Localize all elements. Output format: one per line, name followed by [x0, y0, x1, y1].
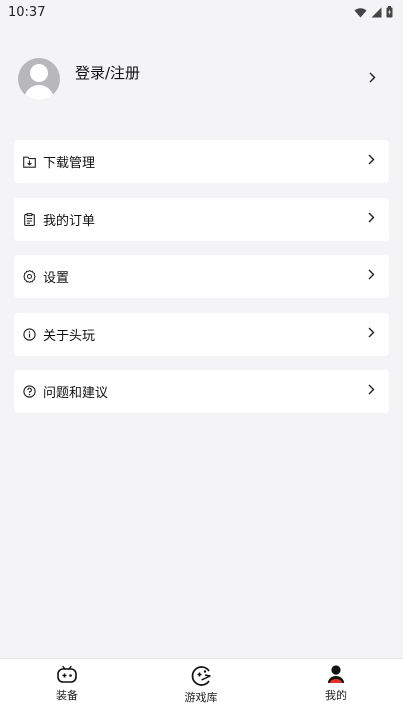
bottom-tab-bar: 装备 游戏库 我的 — [0, 658, 403, 716]
clipboard-icon — [22, 212, 36, 226]
battery-icon — [386, 6, 393, 18]
gamepad-icon — [57, 665, 77, 683]
login-profile-row[interactable]: 登录/注册 — [18, 56, 386, 102]
status-bar: 10:37 — [0, 0, 403, 24]
question-icon — [22, 385, 36, 399]
menu-item-settings[interactable]: 设置 — [14, 255, 389, 298]
tab-label: 游戏库 — [184, 691, 218, 704]
game-library-icon — [191, 666, 211, 686]
chevron-right-icon — [368, 269, 375, 280]
gear-icon — [22, 270, 36, 284]
chevron-right-icon — [369, 72, 376, 83]
info-icon — [22, 327, 36, 341]
user-icon — [328, 665, 344, 683]
login-register-label: 登录/注册 — [75, 64, 141, 82]
menu-item-feedback[interactable]: 问题和建议 — [14, 370, 389, 413]
menu-item-my-orders[interactable]: 我的订单 — [14, 197, 389, 241]
menu-item-label: 问题和建议 — [43, 386, 109, 401]
avatar-placeholder-icon — [18, 58, 60, 100]
chevron-right-icon — [368, 384, 375, 395]
menu-item-download-management[interactable]: 下载管理 — [14, 140, 389, 183]
menu-item-label: 下载管理 — [43, 156, 96, 171]
signal-icon — [371, 7, 382, 17]
tab-mine[interactable]: 我的 — [296, 664, 376, 703]
status-icons — [354, 6, 393, 18]
menu-item-label: 设置 — [43, 271, 70, 286]
tab-equipment[interactable]: 装备 — [27, 665, 107, 703]
chevron-right-icon — [368, 327, 375, 337]
tab-game-library[interactable]: 游戏库 — [161, 665, 241, 705]
tab-label: 我的 — [325, 689, 347, 702]
tab-label: 装备 — [56, 689, 78, 702]
download-folder-icon — [22, 155, 36, 169]
menu-item-label: 关于头玩 — [43, 328, 96, 344]
chevron-right-icon — [368, 212, 375, 222]
menu-item-label: 我的订单 — [43, 213, 96, 229]
menu-list: 下载管理 我的订单 设置 关于头玩 问题和建议 — [14, 140, 389, 428]
wifi-icon — [354, 7, 367, 17]
chevron-right-icon — [368, 154, 375, 165]
status-time: 10:37 — [8, 4, 46, 20]
menu-item-about[interactable]: 关于头玩 — [14, 312, 389, 356]
